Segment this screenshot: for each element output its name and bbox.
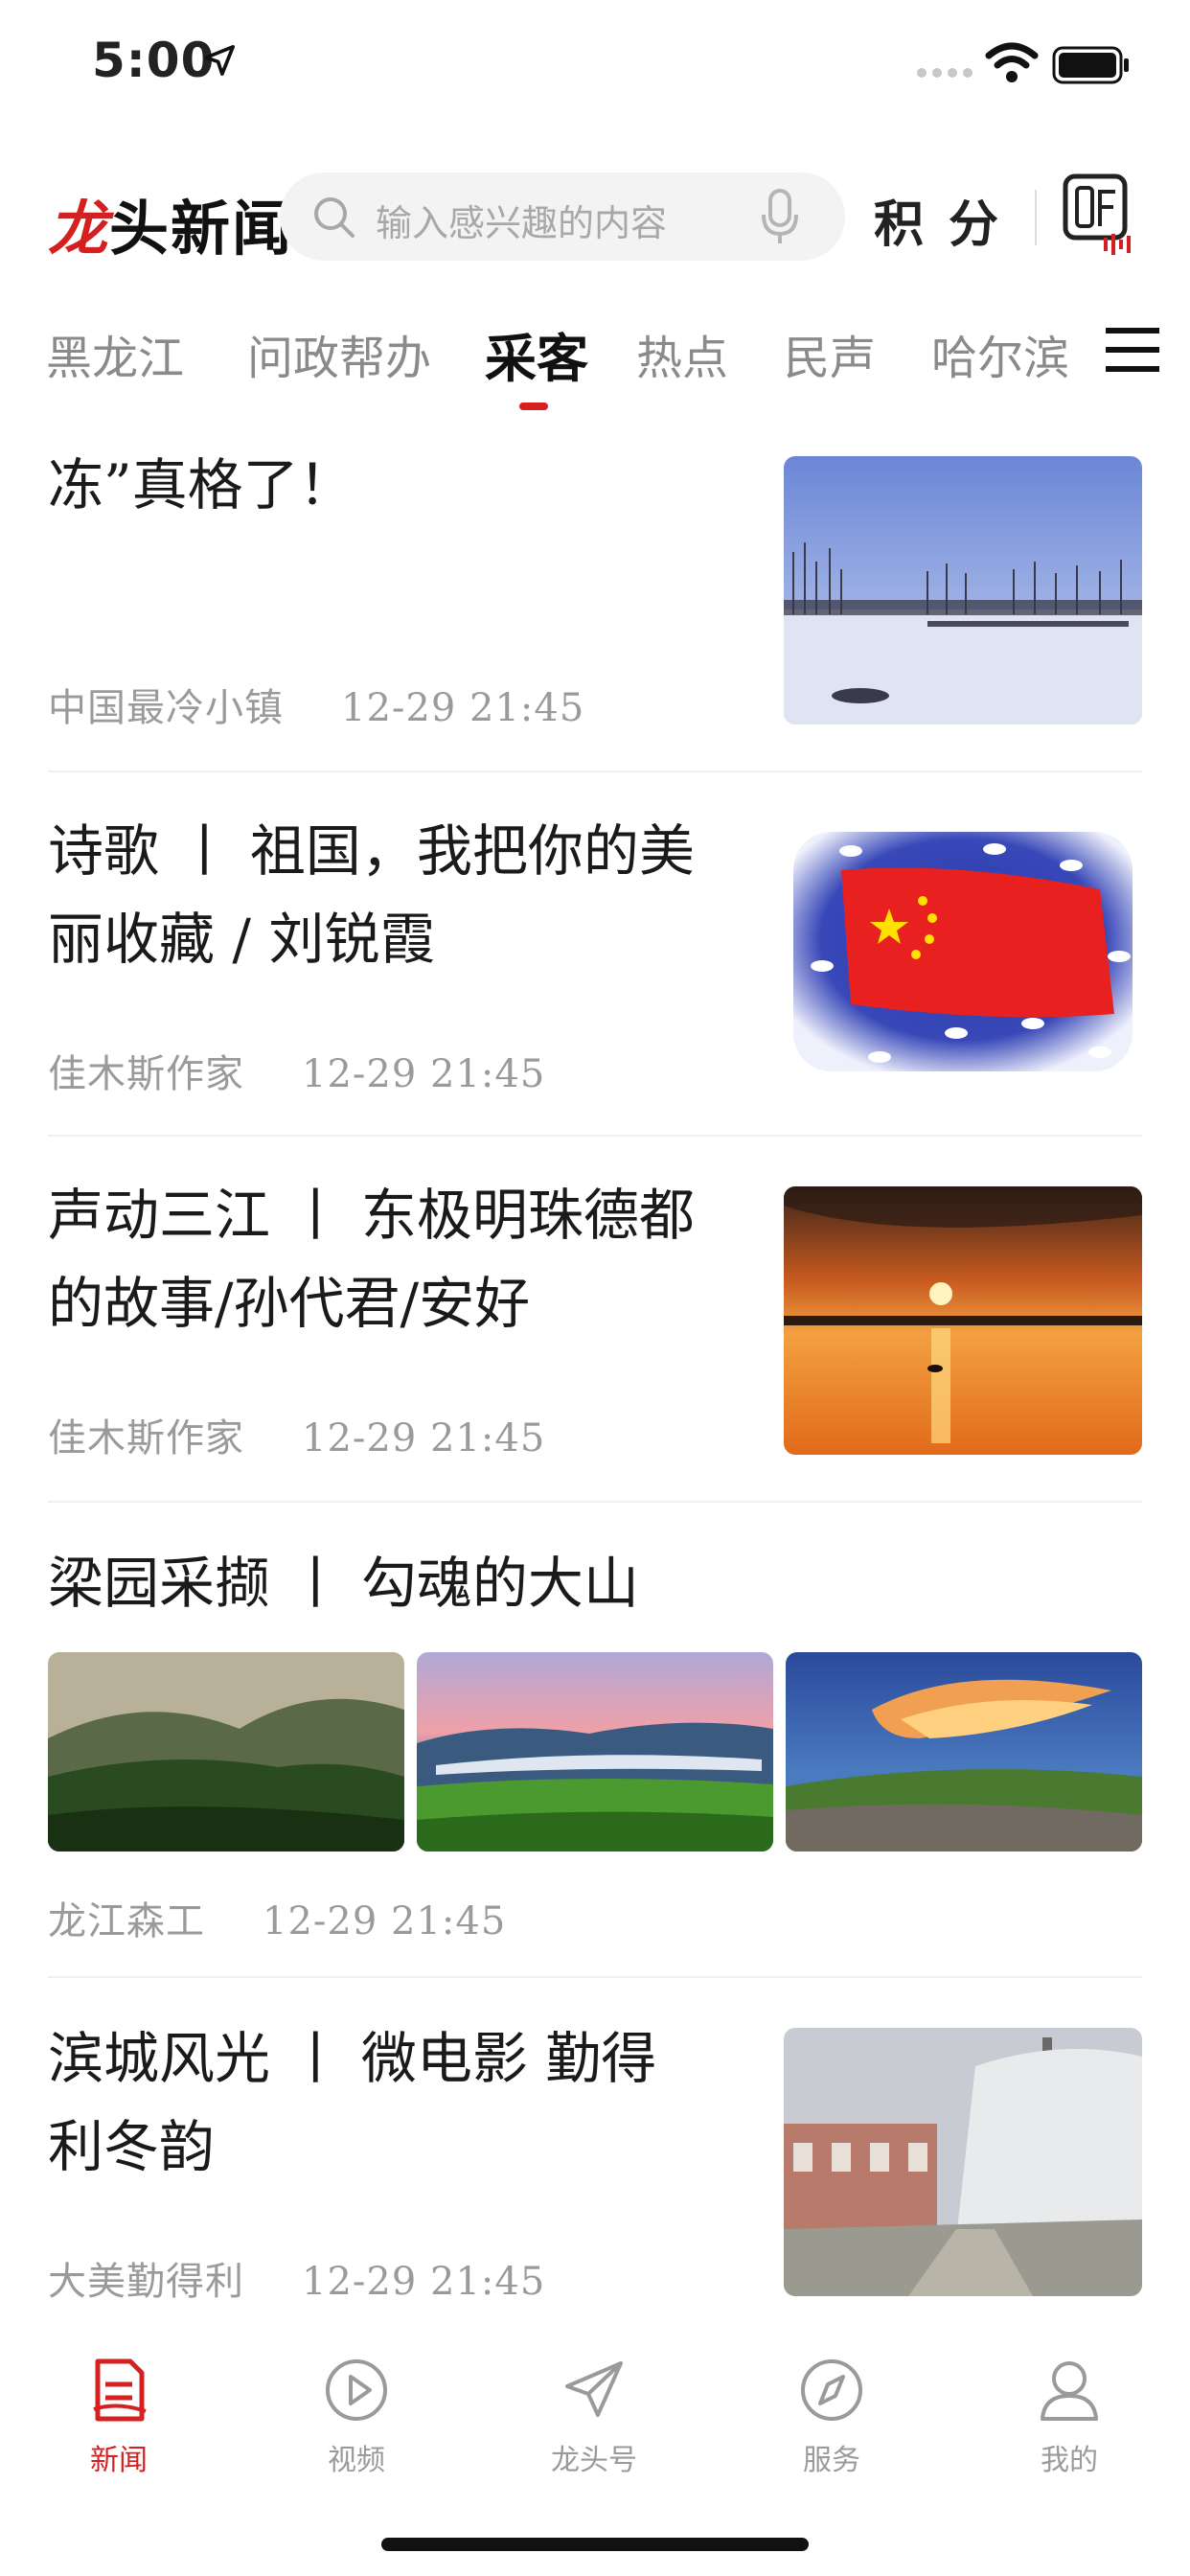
search-bar[interactable]: 输入感兴趣的内容 [280,172,845,261]
nav-label: 新闻 [90,2444,148,2477]
status-time: 5:00 [92,33,216,88]
article-source: 中国最冷小镇 [48,686,284,730]
logo-red-char: 龙 [48,194,110,264]
app-header: 龙头新闻 输入感兴趣的内容 积分 [0,163,1190,268]
article-title-line: 的故事/孙代君/安好 [48,1271,531,1336]
tab-caike[interactable]: 采客 [485,316,588,392]
tab-wenzheng[interactable]: 问政帮办 [247,320,431,387]
article-title-line: 冻”真格了！ [48,452,355,518]
audio-broadcast-icon[interactable] [1062,171,1133,259]
article-title-line: 诗歌 丨 祖国，我把你的美 [48,818,695,884]
category-tabs: 黑龙江 问政帮办 采客 热点 民声 哈尔滨 [0,307,1190,412]
nav-longtouhao[interactable]: 龙头号 [517,2356,671,2478]
article-item[interactable]: 冻”真格了！ 中国最冷小镇 12-29 21:45 [48,441,1142,730]
article-time: 12-29 21:45 [341,686,585,730]
divider [48,1135,1142,1137]
article-source: 佳木斯作家 [48,1416,244,1460]
article-thumbnail[interactable] [784,822,1142,1091]
article-title-line: 梁园采撷 丨 勾魂的大山 [48,1551,639,1616]
article-image[interactable] [48,1652,404,1852]
video-icon [326,2359,387,2421]
bottom-nav: 新闻 视频 龙头号 服务 我的 [0,2327,1190,2576]
article-title-line: 利冬韵 [48,2114,216,2179]
menu-icon[interactable] [1106,326,1159,374]
home-indicator[interactable] [381,2538,809,2551]
article-item[interactable]: 诗歌 丨 祖国，我把你的美 丽收藏 / 刘锐霞 佳木斯作家 12-29 21:45 [48,807,1142,1114]
location-arrow-icon [203,44,236,77]
nav-video[interactable]: 视频 [280,2356,433,2478]
nav-label: 服务 [803,2444,860,2477]
article-item[interactable]: 梁园采撷 丨 勾魂的大山 龙江森工 12-29 21:45 [48,1539,1142,1951]
article-image[interactable] [786,1652,1142,1852]
article-title: 诗歌 丨 祖国，我把你的美 丽收藏 / 刘锐霞 [48,807,738,983]
points-button[interactable]: 积分 [874,184,1023,256]
user-icon [1041,2361,1098,2421]
nav-service[interactable]: 服务 [755,2356,908,2478]
article-title: 滨城风光 丨 微电影 勤得 利冬韵 [48,2014,738,2191]
article-meta: 佳木斯作家 12-29 21:45 [48,1043,545,1098]
nav-label: 我的 [1041,2444,1098,2477]
status-bar: 5:00 [0,0,1190,129]
article-source: 龙江森工 [48,1899,205,1944]
article-meta: 龙江森工 12-29 21:45 [48,1890,506,1945]
logo-text: 头新闻 [109,194,294,264]
article-image[interactable] [417,1652,773,1852]
article-title: 冻”真格了！ [48,441,738,529]
article-meta: 佳木斯作家 12-29 21:45 [48,1407,545,1462]
search-icon [314,197,355,238]
divider [48,1976,1142,1978]
article-thumbnail[interactable] [784,2028,1142,2296]
paper-plane-icon [565,2361,623,2417]
article-title-line: 滨城风光 丨 微电影 勤得 [48,2026,657,2091]
nav-news[interactable]: 新闻 [42,2356,195,2478]
article-time: 12-29 21:45 [302,2260,546,2304]
article-time: 12-29 21:45 [263,1899,507,1944]
compass-icon [801,2359,862,2421]
tab-heilongjiang[interactable]: 黑龙江 [46,320,184,387]
tab-minsheng[interactable]: 民声 [784,320,876,387]
article-item[interactable]: 声动三江 丨 东极明珠德都 的故事/孙代君/安好 佳木斯作家 12-29 21:4… [48,1171,1142,1478]
battery-icon [1052,46,1129,84]
tab-haerbin[interactable]: 哈尔滨 [931,320,1069,387]
tab-redian[interactable]: 热点 [636,320,728,387]
article-thumbnail[interactable] [784,1186,1142,1455]
article-meta: 大美勤得利 12-29 21:45 [48,2250,545,2306]
nav-label: 视频 [328,2444,385,2477]
article-title: 梁园采撷 丨 勾魂的大山 [48,1539,1142,1627]
active-tab-indicator [519,402,548,410]
article-title-line: 声动三江 丨 东极明珠德都 [48,1183,695,1248]
header-divider [1035,190,1037,245]
cellular-signal-icon [917,68,973,78]
article-item[interactable]: 滨城风光 丨 微电影 勤得 利冬韵 大美勤得利 12-29 21:45 [48,2014,1142,2321]
article-source: 佳木斯作家 [48,1052,244,1096]
app-logo[interactable]: 龙头新闻 [48,180,293,266]
nav-mine[interactable]: 我的 [993,2356,1146,2478]
article-title: 声动三江 丨 东极明珠德都 的故事/孙代君/安好 [48,1171,738,1347]
article-title-line: 丽收藏 / 刘锐霞 [48,907,436,972]
divider [48,770,1142,772]
article-meta: 中国最冷小镇 12-29 21:45 [48,677,584,732]
article-time: 12-29 21:45 [302,1416,546,1460]
nav-label: 龙头号 [551,2444,637,2477]
divider [48,1501,1142,1503]
microphone-icon[interactable] [759,188,801,247]
article-time: 12-29 21:45 [302,1052,546,1096]
news-icon [93,2358,147,2422]
wifi-icon [985,42,1039,82]
article-source: 大美勤得利 [48,2260,244,2304]
search-input[interactable]: 输入感兴趣的内容 [376,194,667,246]
article-thumbnail[interactable] [784,456,1142,724]
